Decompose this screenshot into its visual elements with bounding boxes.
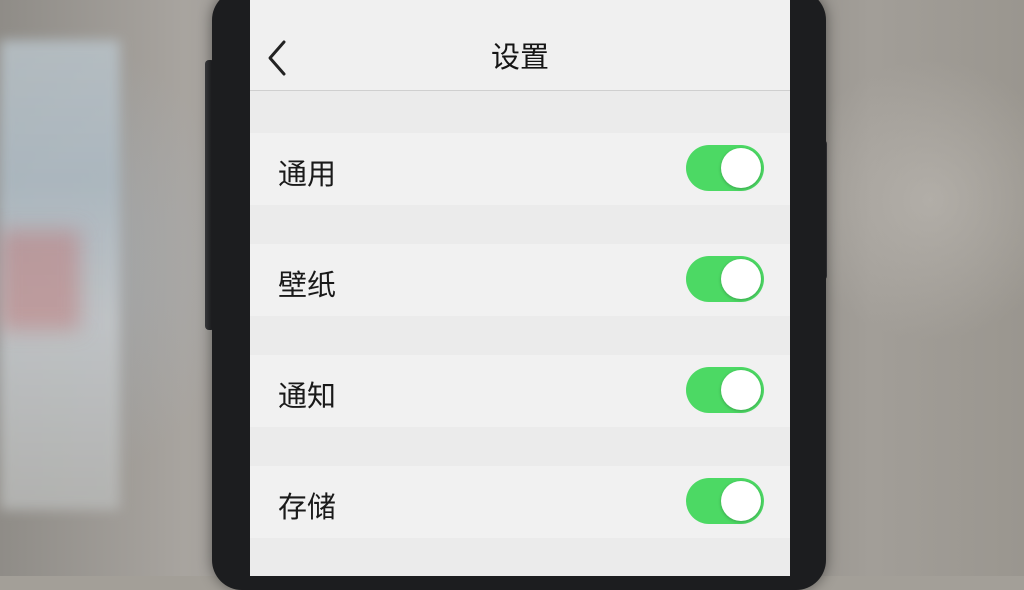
settings-row-label: 存储 <box>278 490 337 524</box>
settings-row-label: 壁纸 <box>278 268 337 302</box>
settings-row-storage[interactable]: 存储 <box>250 466 790 538</box>
settings-row-label: 通用 <box>278 157 337 191</box>
blurred-left-shape <box>0 230 80 330</box>
settings-row-wallpaper[interactable]: 壁纸 <box>250 244 790 316</box>
toggle-knob <box>721 148 761 188</box>
wallpaper-toggle[interactable] <box>686 256 764 302</box>
storage-toggle[interactable] <box>686 478 764 524</box>
toggle-knob <box>721 481 761 521</box>
navigation-bar: 设置 <box>250 0 790 91</box>
toggle-knob <box>721 370 761 410</box>
settings-row-notifications[interactable]: 通知 <box>250 355 790 427</box>
page-title: 设置 <box>490 40 549 74</box>
toggle-knob <box>721 259 761 299</box>
settings-row-general[interactable]: 通用 <box>250 133 790 205</box>
phone-screen: 设置 通用 壁纸 通知 存储 <box>250 0 790 576</box>
notifications-toggle[interactable] <box>686 367 764 413</box>
settings-row-label: 通知 <box>278 379 337 413</box>
general-toggle[interactable] <box>686 145 764 191</box>
